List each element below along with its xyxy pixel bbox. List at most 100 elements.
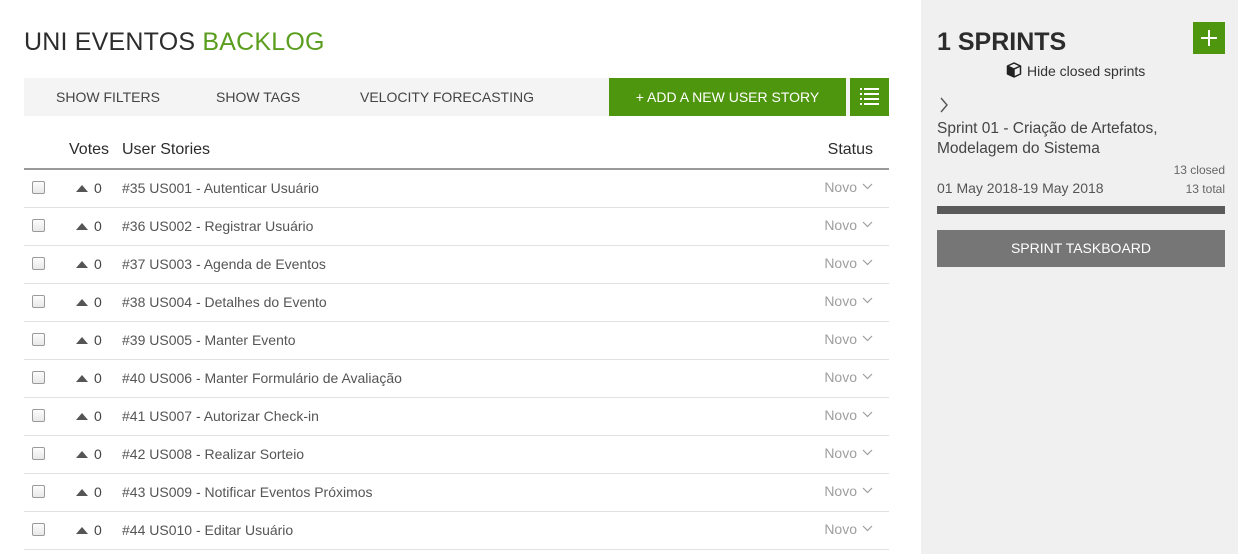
upvote-arrow-icon (76, 337, 88, 344)
vote-count: 0 (94, 218, 102, 234)
column-header-status: Status (827, 141, 873, 158)
upvote-arrow-icon (76, 223, 88, 230)
show-tags-button[interactable]: SHOW TAGS (216, 78, 300, 116)
sprints-sidebar: 1 SPRINTS Hide closed sprints Sprint 01 … (921, 0, 1238, 554)
status-dropdown[interactable]: Novo (824, 445, 873, 461)
vote-button[interactable]: 0 (76, 446, 106, 462)
bulk-add-button[interactable] (850, 78, 889, 116)
user-story-link[interactable]: #42 US008 - Realizar Sorteio (122, 446, 304, 462)
add-sprint-button[interactable] (1193, 22, 1225, 54)
row-checkbox[interactable] (32, 447, 45, 460)
status-label: Novo (824, 255, 857, 271)
sprint-closed-count: 13 closed (1173, 163, 1225, 177)
vote-button[interactable]: 0 (76, 484, 106, 500)
cube-icon (1006, 62, 1022, 78)
table-row: 0 #40 US006 - Manter Formulário de Avalia… (24, 360, 889, 398)
vote-count: 0 (94, 484, 102, 500)
row-checkbox[interactable] (32, 523, 45, 536)
upvote-arrow-icon (76, 261, 88, 268)
vote-count: 0 (94, 446, 102, 462)
status-dropdown[interactable]: Novo (824, 179, 873, 195)
row-checkbox[interactable] (32, 409, 45, 422)
chevron-down-icon (862, 183, 873, 190)
table-row: 0 #44 US010 - Editar Usuário Novo (24, 512, 889, 550)
sprint-dates: 01 May 2018-19 May 2018 (937, 180, 1104, 196)
vote-button[interactable]: 0 (76, 332, 106, 348)
status-dropdown[interactable]: Novo (824, 331, 873, 347)
chevron-down-icon (862, 487, 873, 494)
status-label: Novo (824, 369, 857, 385)
status-dropdown[interactable]: Novo (824, 255, 873, 271)
user-story-link[interactable]: #36 US002 - Registrar Usuário (122, 218, 313, 234)
list-view-icon (860, 88, 879, 105)
add-user-story-button[interactable]: + ADD A NEW USER STORY (609, 78, 846, 116)
upvote-arrow-icon (76, 527, 88, 534)
user-story-link[interactable]: #44 US010 - Editar Usuário (122, 522, 293, 538)
vote-count: 0 (94, 332, 102, 348)
table-row: 0 #42 US008 - Realizar Sorteio Novo (24, 436, 889, 474)
sprint-taskboard-button[interactable]: SPRINT TASKBOARD (937, 230, 1225, 267)
status-dropdown[interactable]: Novo (824, 483, 873, 499)
upvote-arrow-icon (76, 413, 88, 420)
vote-count: 0 (94, 180, 102, 196)
sprints-title: 1 SPRINTS (937, 28, 1067, 56)
upvote-arrow-icon (76, 299, 88, 306)
status-dropdown[interactable]: Novo (824, 293, 873, 309)
status-label: Novo (824, 445, 857, 461)
user-story-link[interactable]: #35 US001 - Autenticar Usuário (122, 180, 319, 196)
hide-closed-sprints-link[interactable]: Hide closed sprints (1006, 62, 1145, 79)
table-row: 0 #36 US002 - Registrar Usuário Novo (24, 208, 889, 246)
sprint-progress-bar (937, 206, 1225, 214)
sprint-progress-fill (937, 206, 1225, 214)
status-dropdown[interactable]: Novo (824, 407, 873, 423)
row-checkbox[interactable] (32, 333, 45, 346)
vote-button[interactable]: 0 (76, 408, 106, 424)
row-checkbox[interactable] (32, 181, 45, 194)
row-checkbox[interactable] (32, 485, 45, 498)
row-checkbox[interactable] (32, 219, 45, 232)
chevron-down-icon (862, 373, 873, 380)
table-row: 0 #38 US004 - Detalhes do Evento Novo (24, 284, 889, 322)
row-checkbox[interactable] (32, 295, 45, 308)
row-checkbox[interactable] (32, 257, 45, 270)
row-checkbox[interactable] (32, 371, 45, 384)
user-story-link[interactable]: #41 US007 - Autorizar Check-in (122, 408, 319, 424)
velocity-forecasting-button[interactable]: VELOCITY FORECASTING (360, 78, 534, 116)
vote-button[interactable]: 0 (76, 218, 106, 234)
vote-button[interactable]: 0 (76, 522, 106, 538)
chevron-right-icon[interactable] (939, 97, 949, 113)
hide-closed-sprints-label: Hide closed sprints (1027, 63, 1146, 79)
status-dropdown[interactable]: Novo (824, 521, 873, 537)
show-filters-button[interactable]: SHOW FILTERS (56, 78, 160, 116)
status-label: Novo (824, 407, 857, 423)
upvote-arrow-icon (76, 375, 88, 382)
vote-count: 0 (94, 256, 102, 272)
backlog-main: UNI EVENTOS BACKLOG SHOW FILTERS SHOW TA… (24, 0, 889, 554)
status-dropdown[interactable]: Novo (824, 217, 873, 233)
user-story-link[interactable]: #40 US006 - Manter Formulário de Avaliaç… (122, 370, 402, 386)
chevron-down-icon (862, 221, 873, 228)
upvote-arrow-icon (76, 185, 88, 192)
table-header: Votes User Stories Status (24, 134, 889, 170)
vote-count: 0 (94, 370, 102, 386)
user-story-link[interactable]: #39 US005 - Manter Evento (122, 332, 296, 348)
project-name: UNI EVENTOS (24, 28, 196, 56)
upvote-arrow-icon (76, 489, 88, 496)
vote-button[interactable]: 0 (76, 256, 106, 272)
vote-button[interactable]: 0 (76, 294, 106, 310)
page-title: UNI EVENTOS BACKLOG (24, 28, 325, 57)
user-story-link[interactable]: #38 US004 - Detalhes do Evento (122, 294, 327, 310)
table-row: 0 #35 US001 - Autenticar Usuário Novo (24, 170, 889, 208)
user-story-link[interactable]: #43 US009 - Notificar Eventos Próximos (122, 484, 373, 500)
status-label: Novo (824, 179, 857, 195)
vote-button[interactable]: 0 (76, 370, 106, 386)
user-story-link[interactable]: #37 US003 - Agenda de Eventos (122, 256, 326, 272)
vote-count: 0 (94, 522, 102, 538)
backlog-toolbar: SHOW FILTERS SHOW TAGS VELOCITY FORECAST… (24, 78, 889, 116)
user-story-list: 0 #35 US001 - Autenticar Usuário Novo 0 #36 … (24, 170, 889, 550)
status-label: Novo (824, 293, 857, 309)
column-header-user-stories: User Stories (122, 141, 211, 158)
status-dropdown[interactable]: Novo (824, 369, 873, 385)
sprint-name[interactable]: Sprint 01 - Criação de Artefatos, Modela… (937, 119, 1227, 159)
vote-button[interactable]: 0 (76, 180, 106, 196)
